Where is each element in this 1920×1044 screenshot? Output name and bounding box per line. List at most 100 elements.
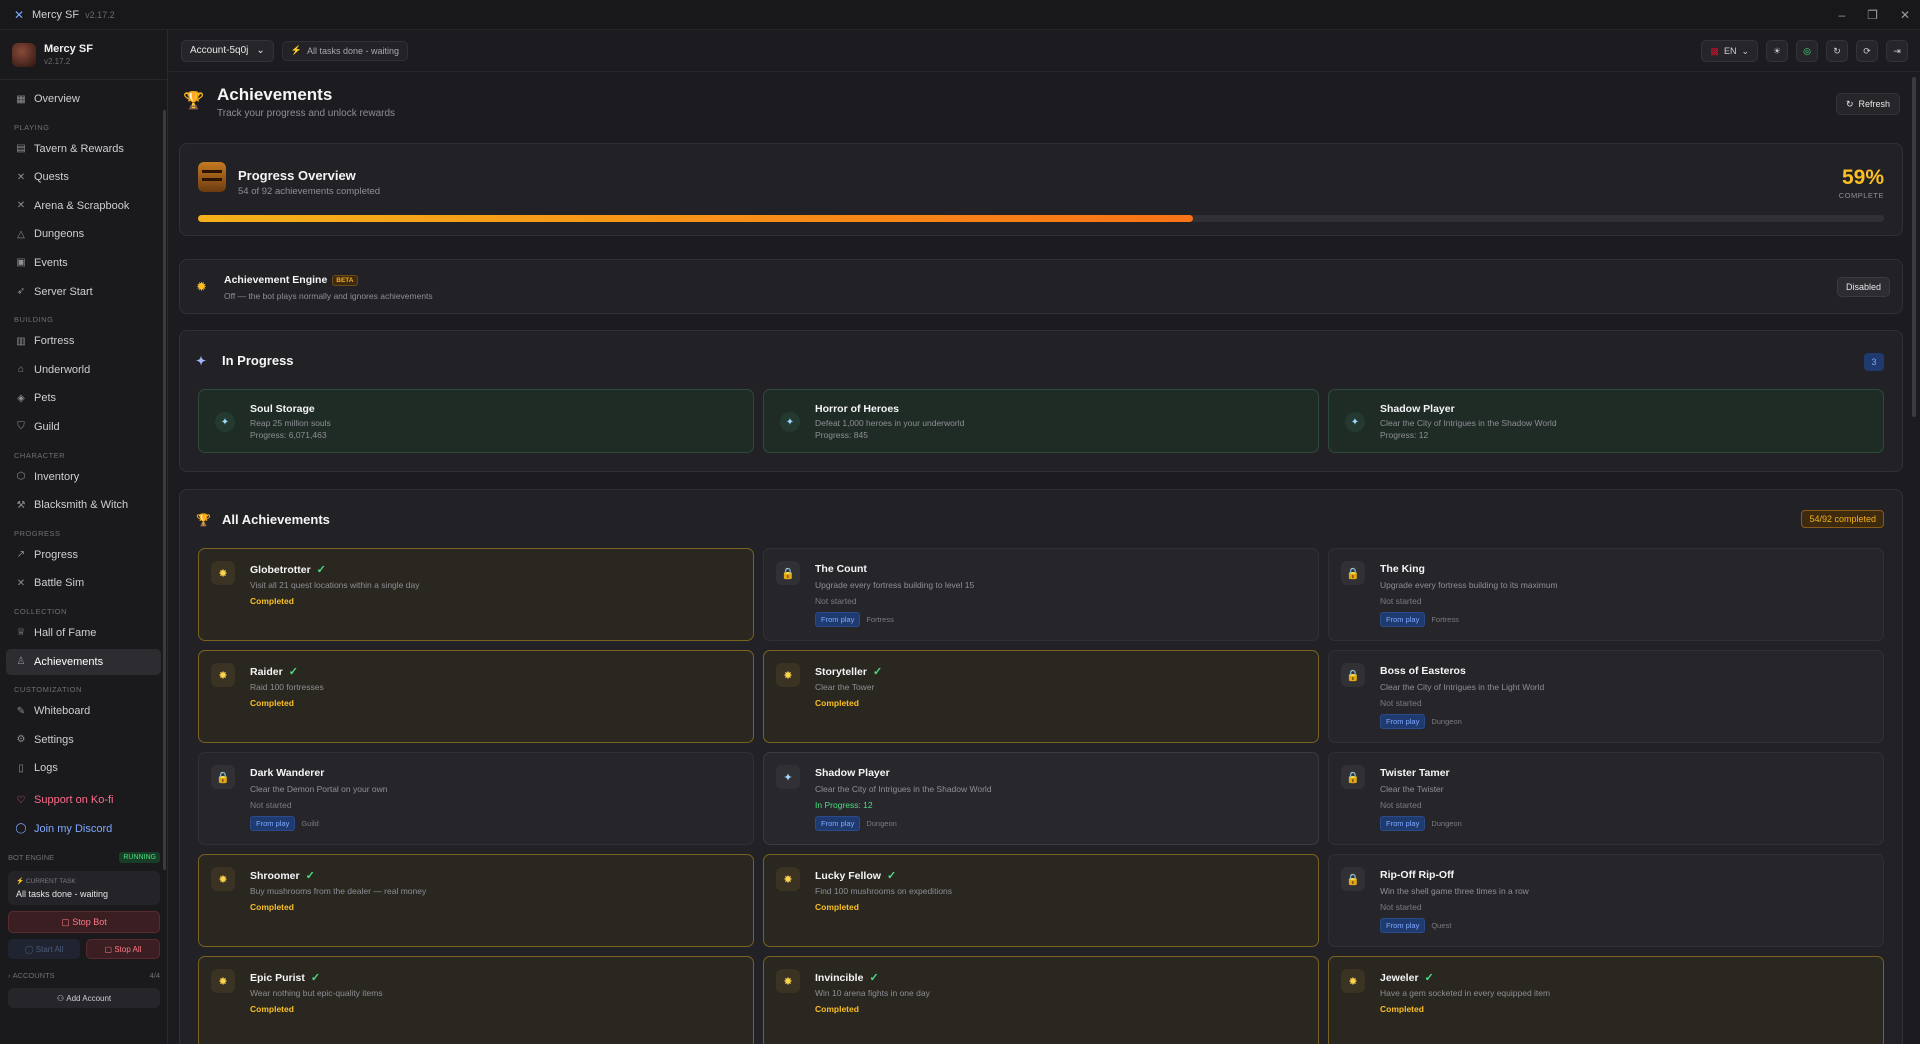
- sidebar-item-overview[interactable]: ▦ Overview: [6, 86, 161, 112]
- reload-button[interactable]: ⟳: [1856, 40, 1878, 62]
- file-icon: ▯: [18, 762, 24, 774]
- achievement-card[interactable]: 🔒 Twister Tamer Clear the Twister Not start…: [1328, 752, 1884, 845]
- account-select[interactable]: Account-5q0j ⌄: [181, 39, 274, 62]
- castle-icon: ▥: [16, 335, 26, 347]
- page-title: Achievements: [217, 85, 333, 104]
- sidebar-item-discord[interactable]: ◯ Join my Discord: [6, 816, 161, 842]
- achievement-title: Soul Storage: [250, 403, 315, 415]
- sidebar-item-guild[interactable]: ⛉ Guild: [6, 414, 161, 440]
- nav-section-collection: COLLECTION: [14, 606, 67, 616]
- achievement-card[interactable]: ✸ Storyteller ✓ Clear the Tower Completed: [763, 650, 1319, 743]
- sidebar-item-hall-of-fame[interactable]: ♕ Hall of Fame: [6, 620, 161, 646]
- category-tag: Dungeon: [1431, 717, 1462, 726]
- start-all-button[interactable]: ◯ Start All: [8, 939, 80, 959]
- status-badge: RUNNING: [119, 852, 160, 863]
- minimize-icon[interactable]: –: [1838, 8, 1845, 22]
- sidebar-item-underworld[interactable]: ⌂ Underworld: [6, 357, 161, 383]
- sidebar-item-achievements[interactable]: ♙ Achievements: [6, 648, 161, 675]
- sidebar-item-pets[interactable]: ◈ Pets: [6, 385, 161, 411]
- star-icon: ✸: [1341, 969, 1365, 993]
- sidebar-scrollbar[interactable]: [163, 110, 166, 870]
- language-select[interactable]: ▩ EN ⌄: [1701, 40, 1758, 62]
- stop-all-button[interactable]: ▢ Stop All: [86, 939, 160, 959]
- achievement-title: Dark Wanderer: [250, 767, 325, 779]
- star-icon: ✸: [211, 867, 235, 891]
- sidebar-item-server-start[interactable]: ➶ Server Start: [6, 279, 161, 305]
- achievement-card[interactable]: ✸ Jeweler ✓ Have a gem socketed in every eq…: [1328, 956, 1884, 1044]
- in-progress-card[interactable]: ✦ Horror of Heroes Defeat 1,000 heroes in …: [763, 389, 1319, 453]
- brand: Mercy SF v2.17.2: [0, 30, 167, 80]
- maximize-icon[interactable]: ❐: [1867, 8, 1878, 22]
- achievement-title: Globetrotter: [250, 563, 311, 576]
- all-achievements-section: 🏆 All Achievements 54/92 completed ✸ Glob…: [179, 489, 1903, 1044]
- refresh-button[interactable]: ↻ Refresh: [1835, 93, 1900, 115]
- close-icon[interactable]: ✕: [1900, 8, 1910, 22]
- accounts-toggle[interactable]: › ACCOUNTS 4/4: [8, 967, 160, 984]
- achievement-card[interactable]: ✸ Epic Purist ✓ Wear nothing but epic-quali…: [198, 956, 754, 1044]
- achievement-card[interactable]: ✸ Globetrotter ✓ Visit all 21 quest locatio…: [198, 548, 754, 641]
- main-content: 🏆 Achievements Track your progress and u…: [169, 73, 1920, 1044]
- achievement-description: Reap 25 million souls: [250, 418, 331, 428]
- stop-bot-button[interactable]: ▢ Stop Bot: [8, 911, 160, 933]
- achievement-card[interactable]: ✸ Shroomer ✓ Buy mushrooms from the dealer …: [198, 854, 754, 947]
- achievement-card[interactable]: 🔒 Boss of Easteros Clear the City of Intri…: [1328, 650, 1884, 743]
- logout-button[interactable]: ⇥: [1886, 40, 1908, 62]
- brand-name: Mercy SF: [44, 43, 93, 55]
- achievement-title: The King: [1380, 563, 1425, 575]
- achievement-card[interactable]: ✸ Lucky Fellow ✓ Find 100 mushrooms on expe…: [763, 854, 1319, 947]
- achievement-title: Shroomer: [250, 869, 300, 882]
- window-controls: – ❐ ✕: [1838, 0, 1910, 30]
- achievement-card[interactable]: 🔒 The Count Upgrade every fortress buildin…: [763, 548, 1319, 641]
- achievement-card[interactable]: ✸ Raider ✓ Raid 100 fortresses Completed: [198, 650, 754, 743]
- lock-icon: 🔒: [1341, 765, 1365, 789]
- achievement-title: The Count: [815, 563, 867, 575]
- visibility-toggle-button[interactable]: ◎: [1796, 40, 1818, 62]
- star-icon: ✸: [776, 663, 800, 687]
- sync-button[interactable]: ↻: [1826, 40, 1848, 62]
- engine-toggle-button[interactable]: Disabled: [1836, 277, 1890, 297]
- sidebar-item-settings[interactable]: ⚙ Settings: [6, 727, 161, 753]
- achievement-progress: Progress: 12: [1380, 430, 1429, 440]
- achievement-card[interactable]: ✦ Shadow Player Clear the City of Intrigue…: [763, 752, 1319, 845]
- achievement-card[interactable]: 🔒 Rip-Off Rip-Off Win the shell game three…: [1328, 854, 1884, 947]
- achievement-card[interactable]: 🔒 Dark Wanderer Clear the Demon Portal on …: [198, 752, 754, 845]
- sidebar-item-logs[interactable]: ▯ Logs: [6, 755, 161, 781]
- sidebar-item-blacksmith[interactable]: ⚒ Blacksmith & Witch: [6, 492, 161, 518]
- lightning-icon: ⚡: [16, 878, 26, 885]
- barrel-icon: [198, 162, 226, 192]
- sidebar-item-tavern[interactable]: ▤ Tavern & Rewards: [6, 136, 161, 162]
- sidebar-item-kofi[interactable]: ♡ Support on Ko-fi: [6, 787, 161, 813]
- sidebar-item-progress[interactable]: ↗ Progress: [6, 542, 161, 568]
- sidebar-item-quests[interactable]: ✕ Quests: [6, 164, 161, 190]
- achievement-status: Completed: [1380, 1004, 1424, 1014]
- sparkle-icon: ✦: [780, 412, 800, 432]
- sidebar-item-dungeons[interactable]: △ Dungeons: [6, 221, 161, 247]
- sidebar-item-inventory[interactable]: ⬡ Inventory: [6, 464, 161, 490]
- source-tag: From play: [815, 816, 861, 831]
- lock-icon: 🔒: [1341, 663, 1365, 687]
- refresh-icon: ↻: [1833, 45, 1841, 56]
- star-icon: ✸: [776, 969, 800, 993]
- trending-up-icon: ↗: [16, 549, 26, 561]
- sidebar-item-events[interactable]: ▣ Events: [6, 250, 161, 276]
- chevron-down-icon: ⌄: [256, 45, 265, 56]
- theme-toggle-button[interactable]: ☀: [1766, 40, 1788, 62]
- achievement-description: Clear the City of Intrigues in the Shado…: [1380, 418, 1557, 428]
- window-titlebar: ✕ Mercy SF v2.17.2 – ❐ ✕: [0, 0, 1920, 30]
- shield-icon: ⛉: [17, 421, 25, 433]
- achievement-card[interactable]: ✸ Invincible ✓ Win 10 arena fights in one d…: [763, 956, 1319, 1044]
- sidebar-item-battle-sim[interactable]: ✕ Battle Sim: [6, 570, 161, 596]
- achievement-card[interactable]: 🔒 The King Upgrade every fortress building…: [1328, 548, 1884, 641]
- sidebar-item-fortress[interactable]: ▥ Fortress: [6, 328, 161, 354]
- progress-bar: [198, 215, 1884, 222]
- in-progress-card[interactable]: ✦ Soul Storage Reap 25 million souls Progre…: [198, 389, 754, 453]
- current-task-label: CURRENT TASK: [25, 878, 76, 885]
- paw-icon: ◈: [17, 392, 25, 404]
- achievement-status: Not started: [1380, 596, 1422, 606]
- add-account-button[interactable]: ⚇ Add Account: [8, 988, 160, 1008]
- achievement-title: Boss of Easteros: [1380, 665, 1466, 677]
- main-scrollbar[interactable]: [1912, 77, 1916, 417]
- sidebar-item-arena[interactable]: ✕ Arena & Scrapbook: [6, 193, 161, 219]
- in-progress-card[interactable]: ✦ Shadow Player Clear the City of Intrigue…: [1328, 389, 1884, 453]
- sidebar-item-whiteboard[interactable]: ✎ Whiteboard: [6, 698, 161, 724]
